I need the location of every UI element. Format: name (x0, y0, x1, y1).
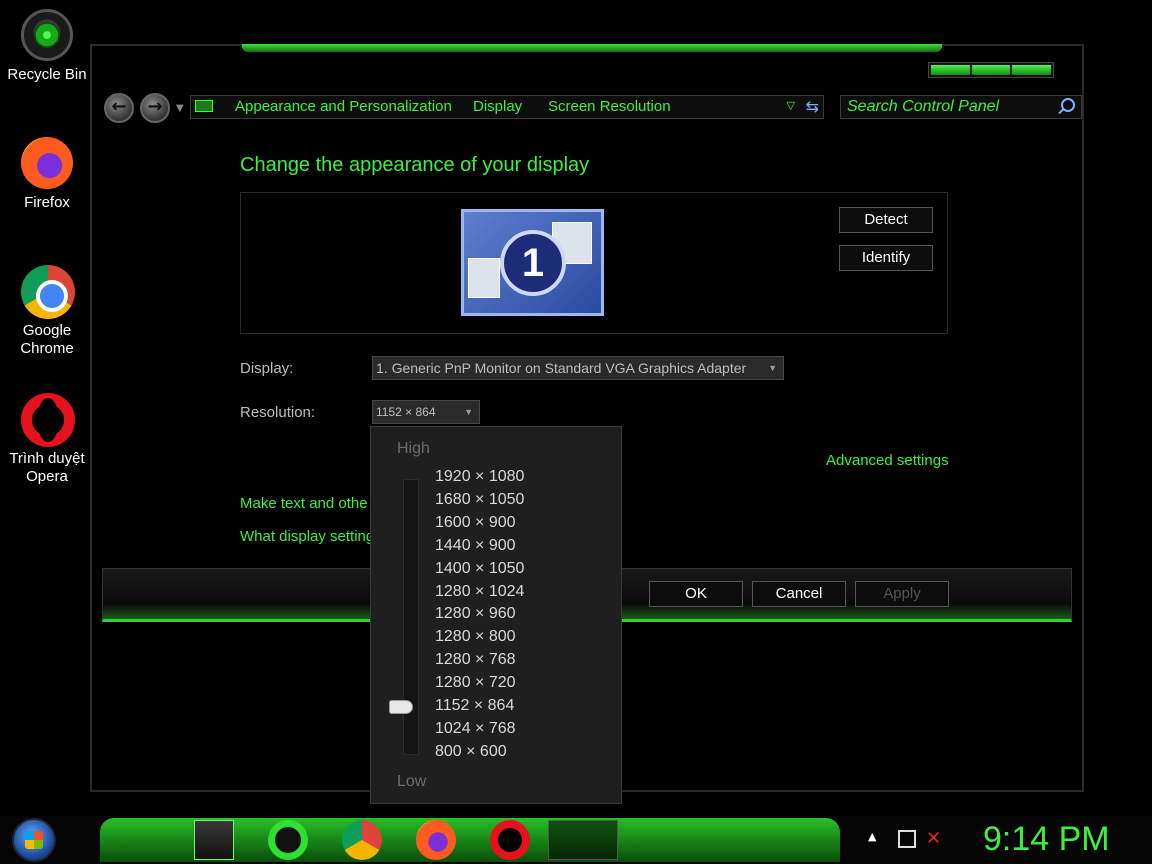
desktop-icon-label: Firefox (24, 194, 70, 211)
apply-button[interactable]: Apply (855, 581, 949, 607)
media-player-icon[interactable] (268, 820, 308, 860)
volume-muted-icon[interactable]: ✕ (926, 828, 941, 849)
recent-pages-dropdown[interactable]: ▼ (176, 103, 184, 114)
desktop-icon-chrome[interactable]: Google Chrome (1, 264, 93, 358)
resolution-option[interactable]: 1280 × 960 (435, 605, 516, 623)
resolution-option[interactable]: 1152 × 864 (435, 697, 514, 715)
resolution-option[interactable]: 1280 × 1024 (435, 583, 524, 601)
help-link[interactable]: What display setting (240, 528, 374, 545)
desktop-icon-firefox[interactable]: Firefox (1, 136, 93, 212)
monitor-panel: 1 Detect Identify (240, 192, 948, 334)
chevron-down-icon: ▼ (768, 363, 777, 373)
resolution-option[interactable]: 1920 × 1080 (435, 468, 524, 486)
resolution-option[interactable]: 1024 × 768 (435, 720, 516, 738)
monitor-number: 1 (500, 230, 566, 296)
desktop-icon-label: Trình duyệt Opera (9, 450, 85, 485)
breadcrumb-display[interactable]: Display (473, 98, 522, 115)
navigation-bar: ← → ▼ Appearance and Personalization Dis… (102, 91, 1082, 123)
search-input[interactable] (847, 98, 1047, 116)
control-panel-taskbar-icon[interactable] (548, 820, 618, 860)
start-button[interactable] (12, 818, 56, 862)
monitor-1-thumbnail[interactable]: 1 (461, 209, 604, 316)
refresh-icon[interactable]: ⇆ (806, 97, 819, 116)
file-explorer-icon[interactable] (194, 820, 234, 860)
address-bar[interactable]: Appearance and Personalization Display S… (190, 95, 824, 119)
resolution-select[interactable]: 1152 × 864 ▼ (372, 400, 480, 424)
text-size-link[interactable]: Make text and othe (240, 495, 368, 512)
chrome-icon[interactable] (342, 820, 382, 860)
monitor-window-graphic (468, 258, 500, 298)
resolution-option[interactable]: 800 × 600 (435, 743, 507, 761)
page-title: Change the appearance of your display (240, 154, 590, 176)
chrome-icon (20, 264, 75, 319)
firefox-icon (20, 136, 74, 190)
display-select[interactable]: 1. Generic PnP Monitor on Standard VGA G… (372, 356, 784, 380)
resolution-option[interactable]: 1280 × 768 (435, 651, 516, 669)
display-label: Display: (240, 360, 294, 377)
forward-button[interactable]: → (140, 93, 170, 123)
desktop-icon-label: Google Chrome (20, 322, 74, 357)
close-button[interactable] (1012, 65, 1052, 75)
desktop-icon-recycle-bin[interactable]: Recycle Bin (1, 8, 93, 84)
maximize-button[interactable] (971, 65, 1011, 75)
resolution-option[interactable]: 1440 × 900 (435, 537, 516, 555)
cancel-button[interactable]: Cancel (752, 581, 846, 607)
tray-expand-icon[interactable]: ▲ (868, 830, 876, 843)
firefox-icon[interactable] (416, 820, 456, 860)
resolution-slider-thumb[interactable] (389, 700, 413, 714)
resolution-option[interactable]: 1280 × 800 (435, 628, 516, 646)
recycle-bin-icon (20, 8, 74, 62)
resolution-option[interactable]: 1280 × 720 (435, 674, 516, 692)
minimize-button[interactable] (931, 65, 970, 75)
ok-button[interactable]: OK (649, 581, 743, 607)
opera-icon (20, 392, 75, 447)
breadcrumb-screen-resolution[interactable]: Screen Resolution (548, 98, 671, 115)
desktop: Recycle Bin Firefox Google Chrome Trình … (0, 0, 1152, 864)
chevron-down-icon: ▼ (464, 407, 473, 417)
resolution-option[interactable]: 1680 × 1050 (435, 491, 524, 509)
resolution-select-value: 1152 × 864 (376, 405, 436, 419)
opera-icon[interactable] (490, 820, 530, 860)
low-label: Low (397, 773, 427, 790)
desktop-icon-label: Recycle Bin (7, 66, 87, 83)
detect-button[interactable]: Detect (839, 207, 933, 233)
window-controls (928, 62, 1054, 78)
display-select-value: 1. Generic PnP Monitor on Standard VGA G… (376, 360, 747, 376)
resolution-label: Resolution: (240, 404, 316, 421)
clock[interactable]: 9:14 PM (983, 820, 1110, 859)
search-icon[interactable] (1061, 98, 1075, 112)
control-panel-icon (195, 100, 213, 112)
high-label: High (397, 440, 430, 457)
search-box (840, 95, 1082, 119)
network-icon[interactable] (898, 830, 916, 848)
chevron-down-icon[interactable]: ▽ (787, 99, 795, 112)
taskbar: ▲ ✕ 9:14 PM (0, 816, 1152, 864)
resolution-dropdown: High 1920 × 1080 1680 × 1050 1600 × 900 144… (370, 426, 622, 804)
resolution-option[interactable]: 1400 × 1050 (435, 560, 524, 578)
identify-button[interactable]: Identify (839, 245, 933, 271)
breadcrumb-appearance[interactable]: Appearance and Personalization (235, 98, 452, 115)
advanced-settings-link[interactable]: Advanced settings (826, 452, 949, 469)
desktop-icon-opera[interactable]: Trình duyệt Opera (1, 392, 93, 486)
resolution-option[interactable]: 1600 × 900 (435, 514, 516, 532)
window-top-glow (242, 44, 942, 52)
back-button[interactable]: ← (104, 93, 134, 123)
